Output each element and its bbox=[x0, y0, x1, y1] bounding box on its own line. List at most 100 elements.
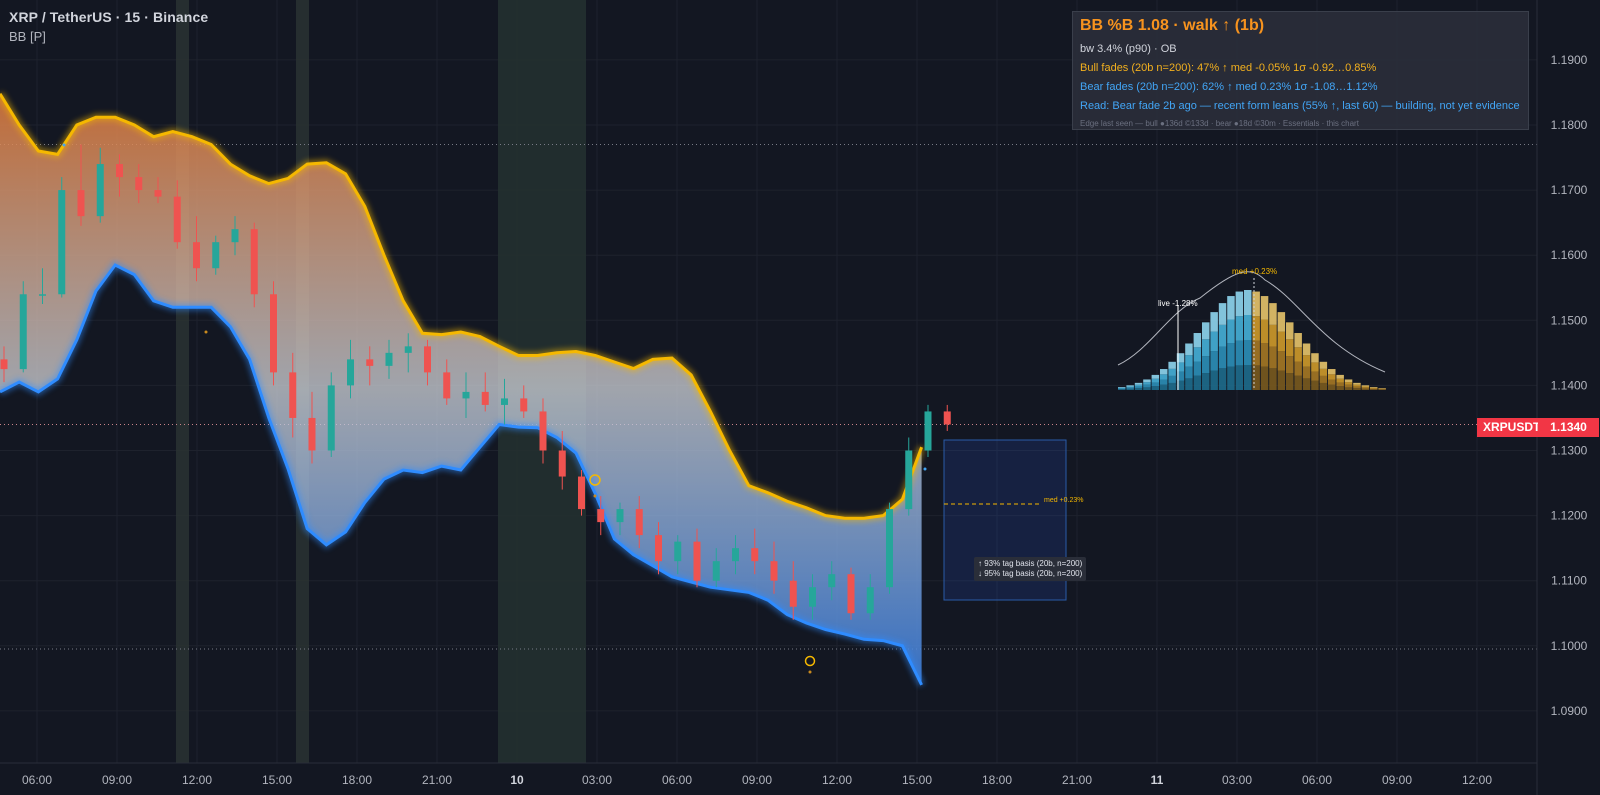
med-label: med +0.23% bbox=[1232, 267, 1277, 276]
candle-body bbox=[770, 561, 778, 581]
hist-bar bbox=[1126, 385, 1134, 387]
x-tick-label: 15:00 bbox=[262, 773, 292, 787]
x-tick-label: 21:00 bbox=[1062, 773, 1092, 787]
candle-body bbox=[250, 229, 258, 295]
hist-bar bbox=[1319, 375, 1328, 383]
candle-body bbox=[481, 391, 489, 405]
hist-bar bbox=[1370, 388, 1378, 390]
bear-dot bbox=[62, 143, 66, 147]
fade-dot bbox=[593, 494, 597, 498]
candle-body bbox=[712, 561, 720, 581]
hist-bar bbox=[1336, 386, 1344, 390]
hist-bar bbox=[1202, 356, 1210, 374]
hist-bar bbox=[1277, 331, 1286, 352]
candle-body bbox=[193, 242, 200, 269]
hist-bar bbox=[1277, 312, 1286, 332]
candle-body bbox=[154, 190, 162, 197]
hist-bar bbox=[1302, 343, 1311, 356]
candle-body bbox=[385, 352, 393, 366]
hist-bar bbox=[1210, 351, 1218, 371]
hist-bar bbox=[1143, 387, 1151, 390]
candle-body bbox=[597, 509, 605, 523]
hist-bar bbox=[1311, 362, 1319, 372]
hist-bar bbox=[1134, 386, 1143, 389]
candle-body bbox=[39, 294, 46, 296]
panel-read: Read: Bear fade 2b ago — recent form lea… bbox=[1080, 100, 1520, 112]
hist-bar bbox=[1353, 388, 1361, 390]
hist-bar bbox=[1294, 333, 1302, 348]
candle-body bbox=[616, 509, 624, 523]
hist-bar bbox=[1210, 312, 1218, 332]
y-tick-label: 1.1100 bbox=[1551, 574, 1587, 588]
projection-med-label: med +0.23% bbox=[1044, 497, 1084, 504]
hist-bar bbox=[1277, 351, 1286, 371]
hist-bar bbox=[1302, 366, 1311, 379]
hist-bar bbox=[1126, 388, 1134, 390]
hist-bar bbox=[1286, 356, 1294, 374]
hist-bar bbox=[1126, 387, 1134, 389]
y-tick-label: 1.1800 bbox=[1551, 118, 1588, 132]
candle-body bbox=[578, 476, 585, 510]
x-tick-label: 15:00 bbox=[902, 773, 932, 787]
hist-bar bbox=[1185, 343, 1193, 356]
candle-body bbox=[77, 190, 85, 217]
candle-body bbox=[674, 541, 682, 562]
hist-bar bbox=[1260, 366, 1269, 390]
candle-body bbox=[809, 587, 816, 607]
chart-root: med +0.23% live -1.28% med +0.23% 1.1900 1.1… bbox=[0, 0, 1600, 795]
candle-body bbox=[58, 190, 66, 295]
hist-bar bbox=[1294, 347, 1302, 362]
candle-body bbox=[558, 450, 566, 477]
lower-band-line bbox=[0, 263, 923, 686]
hist-bar bbox=[1168, 368, 1176, 376]
hist-bar bbox=[1193, 361, 1202, 376]
hist-bar bbox=[1134, 384, 1143, 387]
hist-bar bbox=[1370, 387, 1378, 389]
hist-bar bbox=[1160, 379, 1168, 385]
y-tick-label: 1.1500 bbox=[1551, 313, 1588, 327]
x-tick-label: 09:00 bbox=[1382, 773, 1412, 787]
symbol-title[interactable]: XRP / TetherUS · 15 · Binance bbox=[9, 9, 208, 25]
candle-body bbox=[443, 372, 451, 399]
hist-bar bbox=[1344, 379, 1353, 383]
hist-bar bbox=[1286, 373, 1294, 390]
y-tick-label: 1.1700 bbox=[1551, 183, 1588, 197]
hist-bar bbox=[1328, 379, 1336, 385]
candle-body bbox=[886, 509, 893, 588]
candle-body bbox=[404, 346, 412, 353]
hist-bar bbox=[1269, 346, 1277, 369]
last-price-label: 1.1340 bbox=[1538, 418, 1599, 437]
hist-bar bbox=[1294, 361, 1302, 376]
hist-bar bbox=[1269, 324, 1277, 347]
candle-body bbox=[212, 242, 220, 269]
y-tick-label: 1.1200 bbox=[1551, 509, 1588, 523]
hist-bar bbox=[1143, 382, 1151, 385]
hist-bar bbox=[1235, 365, 1244, 390]
hist-bar bbox=[1168, 361, 1176, 369]
candle-body bbox=[866, 587, 874, 614]
hist-bar bbox=[1269, 303, 1277, 325]
hist-bar bbox=[1319, 361, 1328, 369]
lower-band-glow bbox=[0, 260, 925, 687]
candle-body bbox=[924, 411, 932, 451]
candle-body bbox=[0, 359, 8, 370]
hist-bar bbox=[1252, 340, 1260, 366]
hist-bar bbox=[1328, 384, 1336, 390]
y-tick-label: 1.1600 bbox=[1551, 248, 1588, 262]
hist-bar bbox=[1286, 322, 1294, 340]
x-tick-label: 03:00 bbox=[582, 773, 612, 787]
hist-bar bbox=[1344, 387, 1353, 390]
fade-marker bbox=[804, 655, 816, 667]
y-tick-label: 1.1300 bbox=[1551, 444, 1588, 458]
hist-bar bbox=[1185, 355, 1193, 367]
y-tick-label: 1.0900 bbox=[1551, 704, 1588, 718]
hist-bar bbox=[1202, 322, 1210, 340]
chart-header: XRP / TetherUS · 15 · Binance BB [P] bbox=[9, 9, 208, 44]
hist-bar bbox=[1134, 382, 1143, 385]
hist-bar bbox=[1193, 333, 1202, 348]
tooltip-down-line: ↓ 95% tag basis (20b, n=200) bbox=[978, 569, 1083, 578]
indicator-label[interactable]: BB [P] bbox=[9, 29, 208, 44]
candle-body bbox=[308, 417, 316, 451]
hist-bar bbox=[1227, 319, 1235, 344]
hist-bar bbox=[1218, 303, 1227, 325]
